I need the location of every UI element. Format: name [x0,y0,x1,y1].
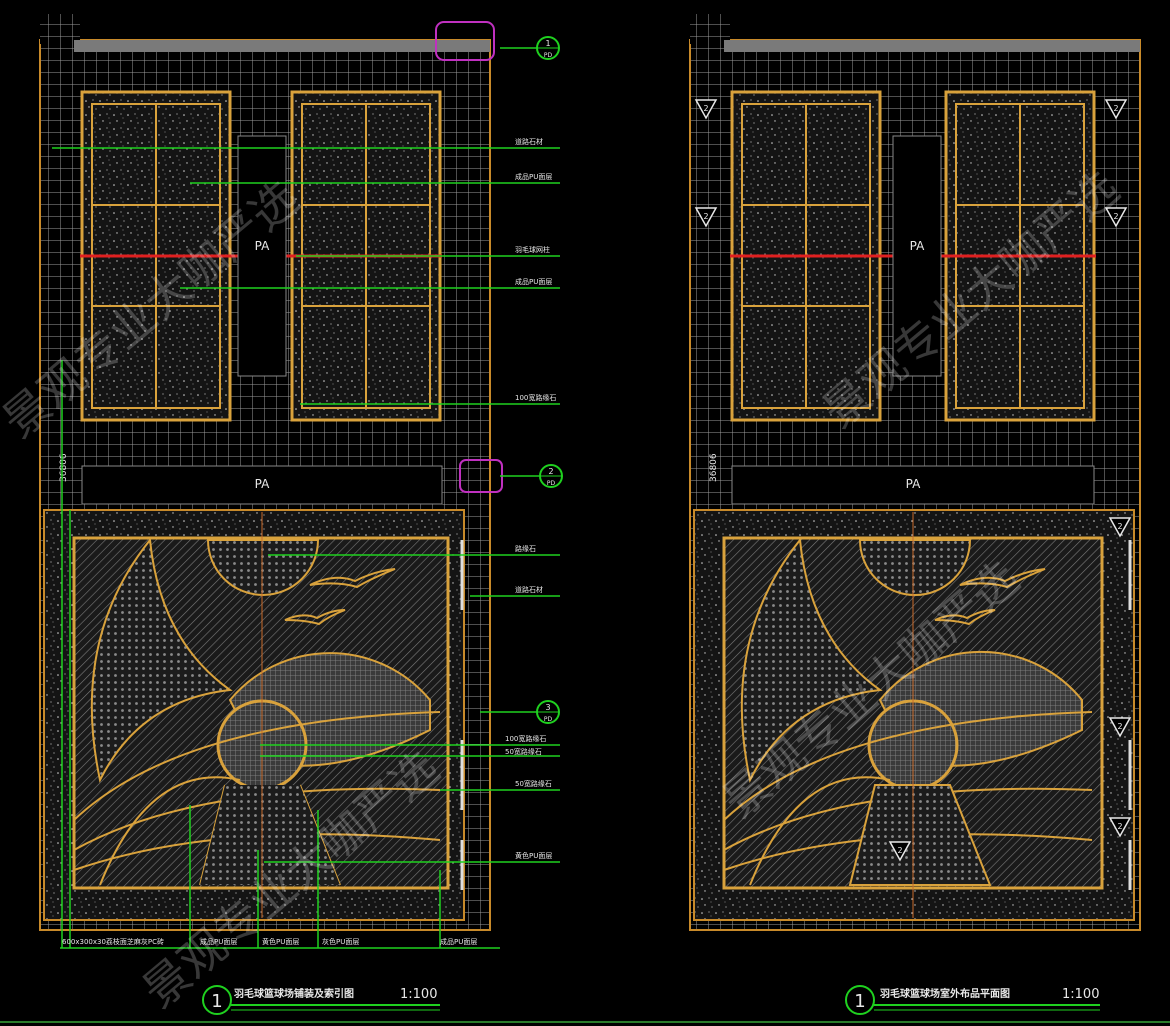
entry-strip [690,14,730,44]
basketball-court [693,509,1135,921]
symbol-number: 2 [1117,822,1122,831]
drawing-title: 羽毛球篮球场室外布品平面图 [880,987,1010,1000]
cad-drawing-canvas: PA PA 36806 道路石材 成品PU面层 羽毛球网柱 成品PU面层 100… [0,14,1170,1023]
right-plan: PA PA 36806 2 2 2 2 2 2 2 2 1 羽毛球篮球场室外布品… [689,14,1141,1015]
bottom-label: 600x300x30荔枝面芝麻灰PC砖 [62,937,164,946]
index-sheet: PD [544,716,553,723]
callout-label: 成品PU面层 [515,172,552,181]
index-marker-3: 3 PD [536,700,560,724]
index-number: 1 [545,39,550,48]
pa-label-upper: PA [910,239,925,253]
symbol-number: 2 [1113,104,1118,113]
callout-label: 50宽路缘石 [505,747,542,756]
left-title-block: 1 羽毛球篮球场铺装及索引图 1:100 [202,985,440,1015]
callout-label: 路缘石 [515,544,536,553]
index-marker-1: 1 PD [536,36,560,60]
symbol-number: 2 [703,212,708,221]
drawing-scale: 1:100 [1062,987,1099,1002]
symbol-number: 2 [897,846,902,855]
dimension-text: 36806 [59,453,69,482]
top-edge-strip [74,40,490,52]
dimension-text: 36806 [709,453,719,482]
bottom-label: 灰色PU面层 [322,937,359,946]
callout-label: 成品PU面层 [515,277,552,286]
entry-strip [40,14,80,44]
callout-label: 100宽路缘石 [515,393,556,402]
index-sheet: PD [544,52,553,59]
callout-label: 道路石材 [515,585,543,594]
callout-labels: 道路石材 成品PU面层 羽毛球网柱 成品PU面层 100宽路缘石 路缘石 道路石… [505,137,556,860]
index-number: 3 [545,703,550,712]
bottom-label: 黄色PU面层 [262,937,299,946]
drawing-scale: 1:100 [400,987,437,1002]
pa-label-lower: PA [255,477,270,491]
index-sheet: PD [547,480,556,487]
bottom-labels: 600x300x30荔枝面芝麻灰PC砖 成品PU面层 黄色PU面层 灰色PU面层… [62,937,477,946]
callout-label: 100宽路缘石 [505,734,546,743]
index-marker-2: 2 PD [539,464,563,488]
index-number: 2 [548,467,553,476]
callout-label: 道路石材 [515,137,543,146]
pa-label-lower: PA [906,477,921,491]
top-edge-strip [724,40,1140,52]
title-number: 1 [854,991,865,1012]
title-number: 1 [211,991,222,1012]
callout-label: 羽毛球网柱 [515,245,550,254]
basketball-court [43,509,465,921]
callout-label: 黄色PU面层 [515,851,552,860]
symbol-number: 2 [1117,722,1122,731]
right-title-block: 1 羽毛球篮球场室外布品平面图 1:100 [845,985,1100,1015]
symbol-number: 2 [1117,522,1122,531]
callout-label: 50宽路缘石 [515,779,552,788]
bottom-label: 成品PU面层 [440,937,477,946]
symbol-number: 2 [703,104,708,113]
drawing-title: 羽毛球篮球场铺装及索引图 [234,987,354,1000]
